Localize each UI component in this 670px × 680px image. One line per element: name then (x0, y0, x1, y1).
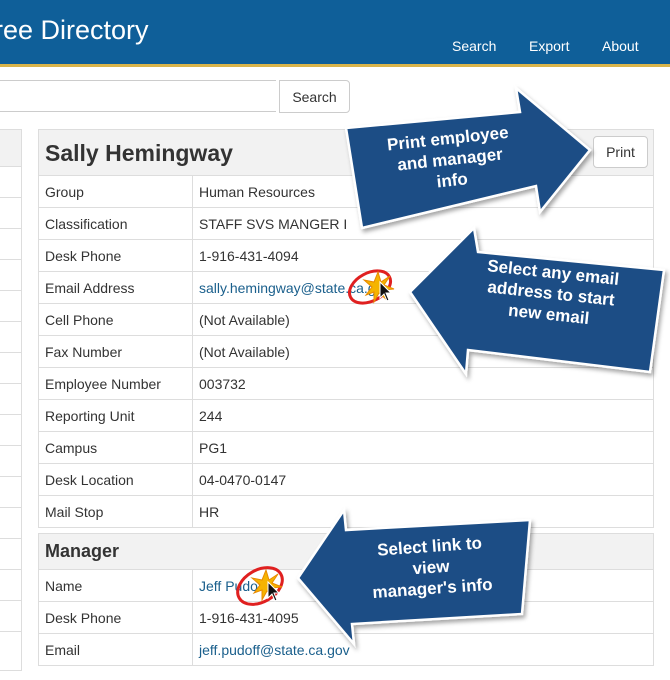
callout-arrows (296, 84, 666, 648)
click-indicator-manager (236, 566, 284, 606)
click-indicator-email (347, 269, 395, 305)
callout-manager-text: Select link to view manager's info (371, 533, 494, 603)
